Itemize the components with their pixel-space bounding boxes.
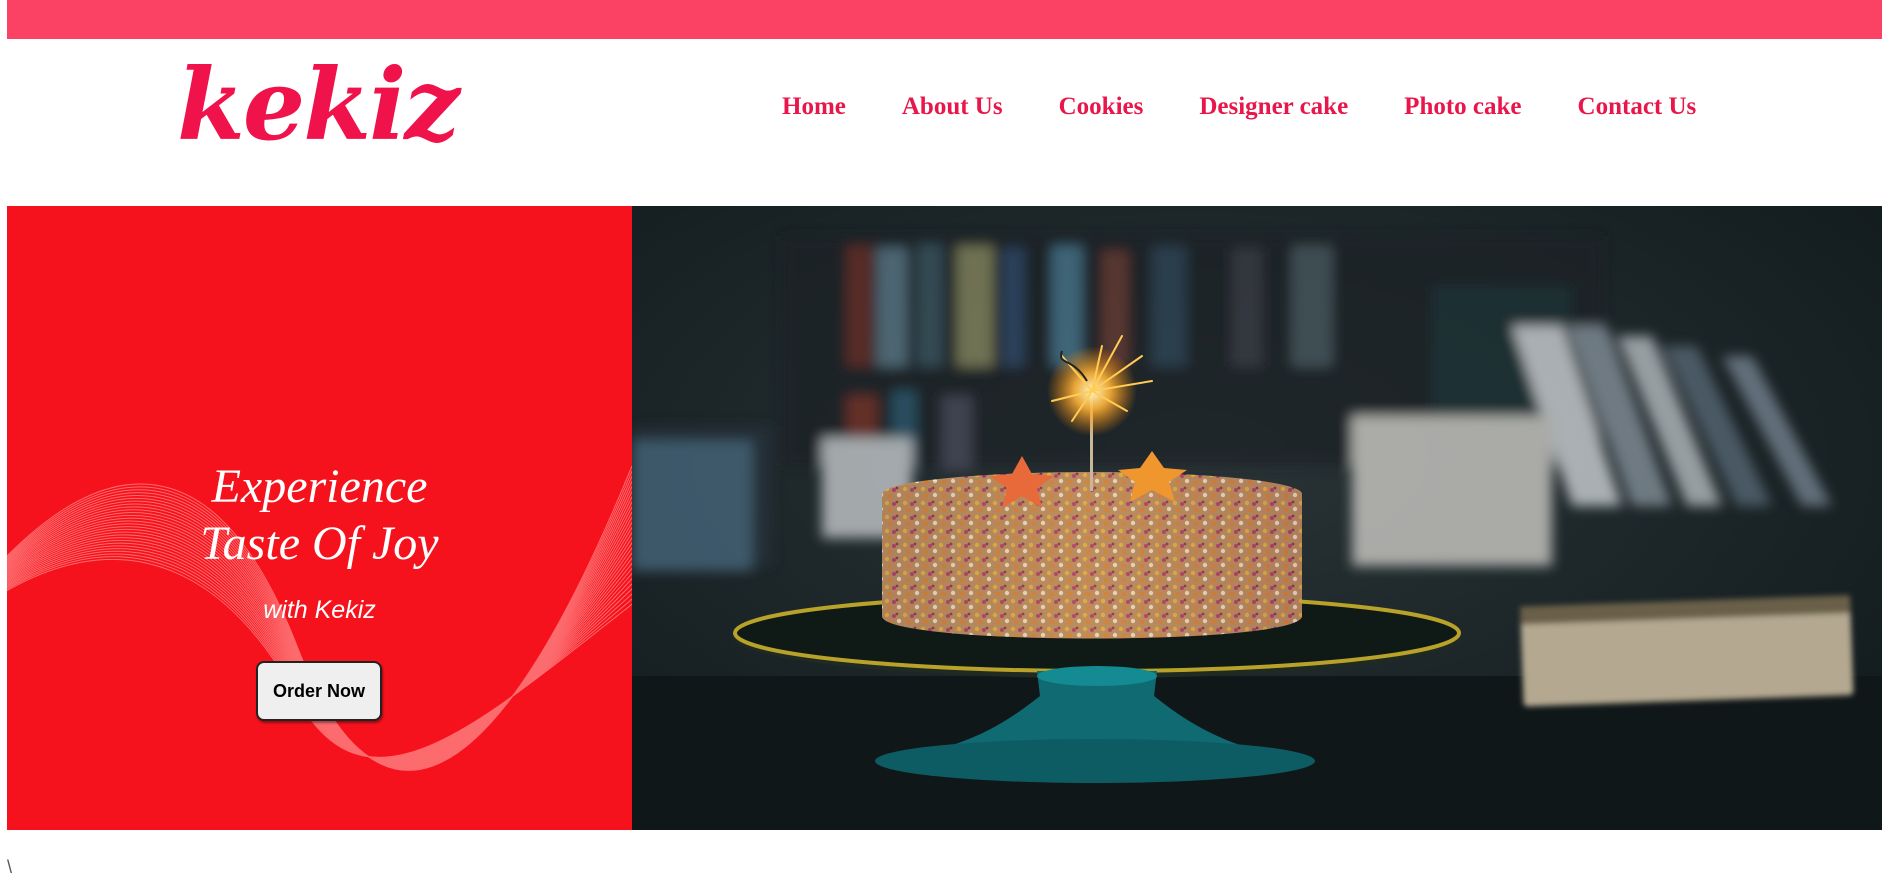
top-accent-bar <box>7 0 1882 39</box>
hero-text-panel: Experience Taste Of Joy with Kekiz Order… <box>7 206 632 830</box>
hero-title-line-1: Experience <box>211 460 428 513</box>
nav-link-designer-cake[interactable]: Designer cake <box>1199 93 1348 121</box>
nav-link-home[interactable]: Home <box>782 93 846 121</box>
hero-title: Experience Taste Of Joy <box>7 458 632 572</box>
nav-link-about-us[interactable]: About Us <box>902 93 1003 121</box>
site-logo[interactable]: kekiz <box>177 57 460 155</box>
nav-link-contact-us[interactable]: Contact Us <box>1578 93 1697 121</box>
wave-line <box>7 553 632 759</box>
stray-backslash-text: \ <box>7 857 13 877</box>
nav-link-photo-cake[interactable]: Photo cake <box>1404 93 1521 121</box>
hero-cake-photo <box>632 206 1882 830</box>
main-nav: Home About Us Cookies Designer cake Phot… <box>782 93 1696 121</box>
nav-link-cookies[interactable]: Cookies <box>1059 93 1144 121</box>
order-now-button[interactable]: Order Now <box>256 661 382 721</box>
hero-subtitle: with Kekiz <box>263 596 376 624</box>
cake-photo-illustration <box>632 206 1882 830</box>
hero-title-line-2: Taste Of Joy <box>200 517 439 570</box>
site-header: kekiz Home About Us Cookies Designer cak… <box>7 39 1882 206</box>
